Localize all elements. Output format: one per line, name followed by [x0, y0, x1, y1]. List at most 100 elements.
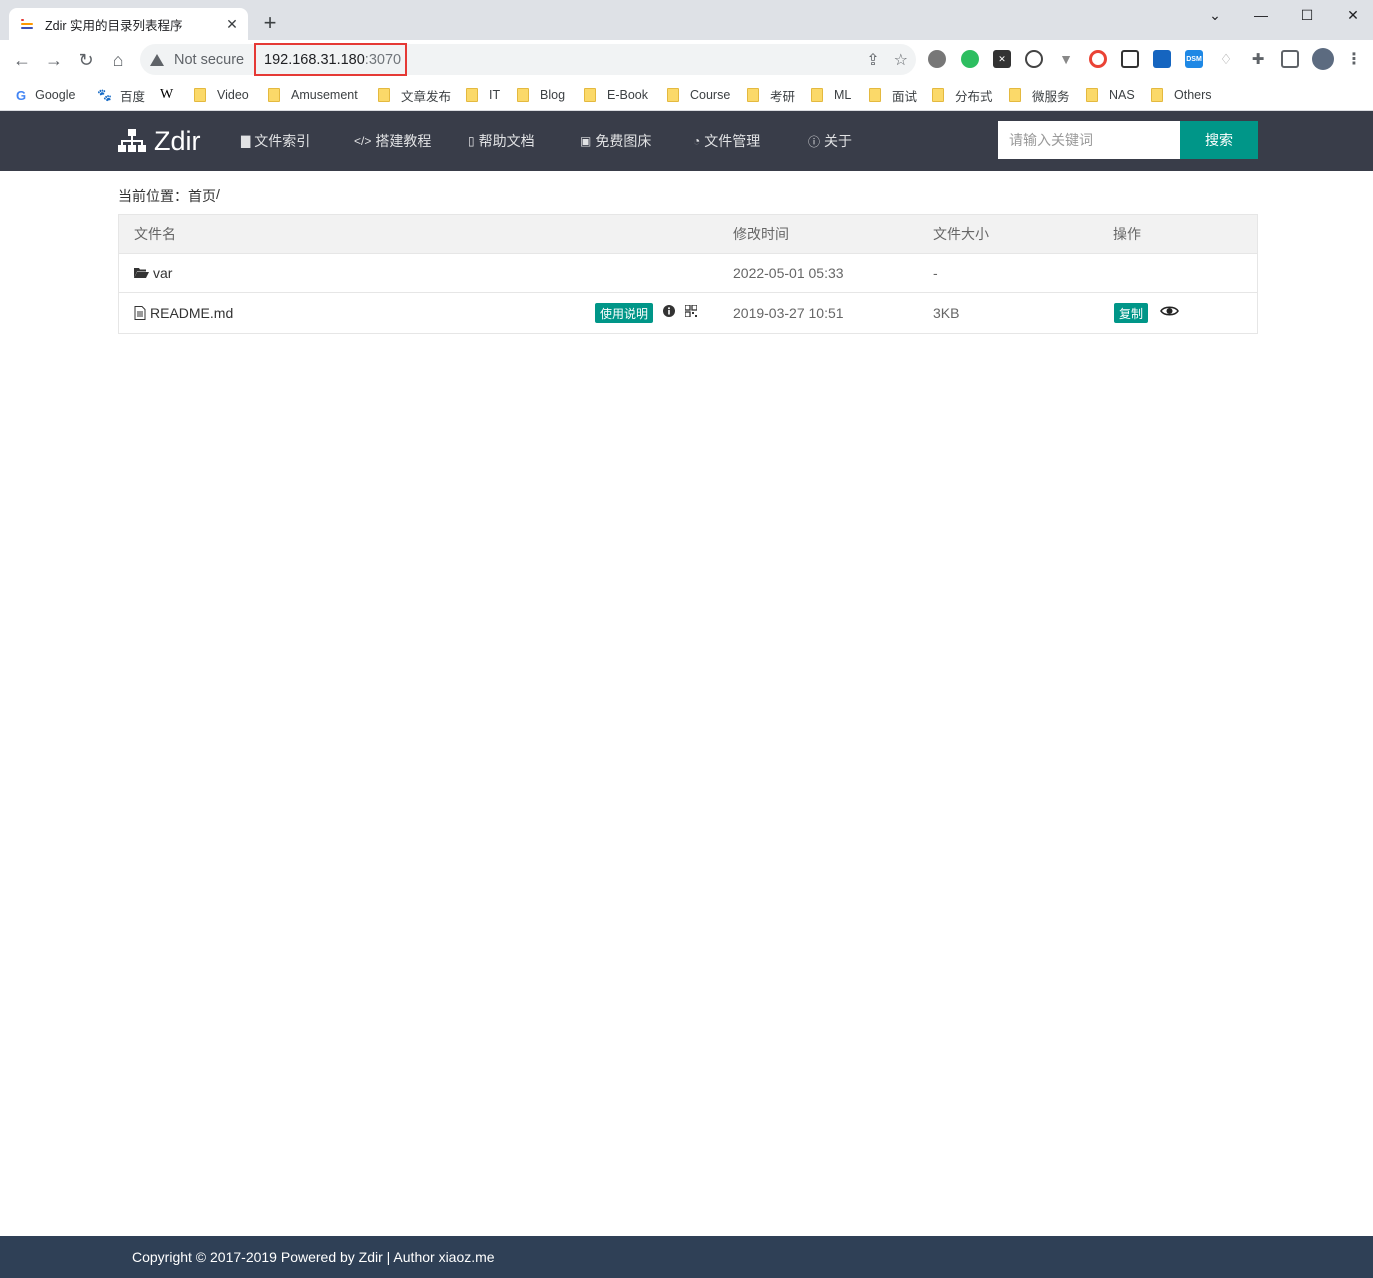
qrcode-icon[interactable] — [684, 304, 698, 318]
side-panel-icon[interactable] — [1281, 50, 1299, 68]
bookmark-item[interactable]: Amusement — [268, 85, 358, 105]
bookmark-item[interactable]: G Google — [16, 85, 75, 105]
nav-label: 免费图床 — [595, 133, 652, 149]
maximize-button[interactable]: ☐ — [1284, 0, 1330, 30]
logo-text: Zdir — [154, 125, 201, 156]
bookmark-item[interactable]: 微服务 — [1009, 85, 1070, 105]
info-icon[interactable] — [662, 304, 676, 318]
nav-label: 关于 — [824, 133, 853, 149]
bookmark-item[interactable]: W — [160, 85, 181, 105]
nav-file-manager[interactable]: ◔ 文件管理 — [693, 131, 760, 151]
search-input[interactable] — [998, 121, 1181, 159]
url-text[interactable]: 192.168.31.180:3070 — [254, 43, 407, 76]
close-tab-icon[interactable]: ✕ — [224, 16, 240, 32]
evernote-icon[interactable] — [961, 50, 979, 68]
browser-tab[interactable]: Zdir 实用的目录列表程序 ✕ — [9, 8, 248, 40]
search-button[interactable]: 搜索 — [1180, 121, 1258, 159]
table-row: var 2022-05-01 05:33 - — [119, 254, 1257, 293]
extension-chrome-icon[interactable] — [1089, 50, 1107, 68]
nav-help-docs[interactable]: ▯ 帮助文档 — [468, 131, 535, 151]
bookmark-item[interactable]: IT — [466, 85, 500, 105]
bookmark-item[interactable]: 文章发布 — [378, 85, 451, 105]
extension-x-icon[interactable]: ✕ — [993, 50, 1011, 68]
table-header: 文件名 修改时间 文件大小 操作 — [119, 215, 1257, 254]
nav-label: 搭建教程 — [375, 133, 432, 149]
bookmarks-bar: G Google 🐾 百度 W Video Amusement 文章发布 IT Blog E-Boo… — [0, 79, 1373, 111]
folder-icon — [869, 88, 881, 102]
nav-image-host[interactable]: ▣ 免费图床 — [580, 131, 651, 151]
bookmark-item[interactable]: 考研 — [747, 85, 795, 105]
extension-badge-icon[interactable]: ♢ — [1217, 50, 1235, 68]
bookmark-label: Course — [690, 88, 731, 102]
site-footer: Copyright © 2017-2019 Powered by Zdir | … — [0, 1236, 1373, 1278]
folder-link[interactable]: var — [134, 254, 172, 292]
bookmark-item[interactable]: Course — [667, 85, 730, 105]
browser-menu-icon[interactable]: ⋮ — [1345, 50, 1363, 68]
bookmark-label: Amusement — [291, 88, 358, 102]
bookmark-label: 面试 — [892, 89, 918, 104]
bookmark-item[interactable]: 🐾 百度 — [97, 85, 145, 105]
close-window-button[interactable]: ✕ — [1330, 0, 1373, 30]
nav-tutorial[interactable]: </> 搭建教程 — [354, 131, 431, 151]
folder-icon — [584, 88, 596, 102]
address-bar[interactable]: Not secure 192.168.31.180:3070 ⇪ ☆ — [140, 43, 916, 76]
bookmark-item[interactable]: Video — [194, 85, 249, 105]
share-icon[interactable]: ⇪ — [866, 50, 879, 70]
bookmark-label: Google — [35, 88, 76, 102]
extension-dsm-icon[interactable]: DSM — [1185, 50, 1203, 68]
site-logo[interactable]: Zdir — [118, 124, 201, 158]
file-link[interactable]: README.md — [134, 293, 233, 333]
folder-icon — [1009, 88, 1021, 102]
new-tab-button[interactable]: + — [258, 12, 282, 36]
tab-search-icon[interactable]: ⌄ — [1192, 0, 1238, 30]
folder-icon — [667, 88, 679, 102]
extensions-puzzle-icon[interactable]: ✚ — [1249, 50, 1267, 68]
bookmark-item[interactable]: E-Book — [584, 85, 648, 105]
minimize-button[interactable]: — — [1238, 0, 1284, 30]
bookmark-star-icon[interactable]: ☆ — [894, 50, 908, 70]
forward-icon[interactable]: → — [41, 47, 67, 73]
bookmark-item[interactable]: NAS — [1086, 85, 1135, 105]
header-actions: 操作 — [1113, 226, 1141, 242]
home-icon[interactable]: ⌂ — [105, 47, 131, 73]
breadcrumb: 当前位置： 首页 / — [118, 186, 220, 206]
table-row: README.md 使用说明 2019-03-27 10:51 3KB 复制 — [119, 293, 1257, 333]
eye-icon[interactable] — [1159, 304, 1179, 318]
extension-sync-icon[interactable] — [1025, 50, 1043, 68]
bookmark-item[interactable]: 面试 — [869, 85, 917, 105]
extension-globe-icon[interactable] — [928, 50, 946, 68]
zdir-favicon — [21, 16, 37, 32]
breadcrumb-home-link[interactable]: 首页 — [188, 186, 216, 206]
bookmark-label: Video — [217, 88, 249, 102]
doc-icon: ▯ — [468, 134, 475, 148]
reload-icon[interactable]: ↻ — [73, 47, 99, 73]
extension-book-icon[interactable] — [1153, 50, 1171, 68]
folder-icon — [811, 88, 823, 102]
header-modified: 修改时间 — [733, 226, 789, 242]
security-label: Not secure — [174, 51, 245, 68]
profile-avatar[interactable] — [1312, 48, 1334, 70]
bookmark-item[interactable]: 分布式 — [932, 85, 993, 105]
nav-file-index[interactable]: ▇ 文件索引 — [241, 131, 310, 151]
security-indicator[interactable]: Not secure — [150, 44, 244, 75]
modified-time: 2022-05-01 05:33 — [733, 265, 844, 281]
browser-titlebar: Zdir 实用的目录列表程序 ✕ + ⌄ — ☐ ✕ — [0, 0, 1373, 40]
bookmark-item[interactable]: ML — [811, 85, 851, 105]
nav-label: 文件管理 — [704, 133, 761, 149]
header-size: 文件大小 — [933, 226, 989, 242]
extension-v-icon[interactable]: ▼ — [1057, 50, 1075, 68]
bookmark-item[interactable]: Others — [1151, 85, 1212, 105]
bookmark-label: 文章发布 — [401, 89, 452, 104]
bookmark-label: IT — [489, 88, 501, 102]
bookmark-label: Others — [1174, 88, 1212, 102]
bookmark-label: Blog — [540, 88, 566, 102]
back-icon[interactable]: ← — [9, 47, 35, 73]
breadcrumb-prefix: 当前位置： — [118, 188, 188, 204]
extension-shield-icon[interactable] — [1121, 50, 1139, 68]
copy-button[interactable]: 复制 — [1114, 303, 1149, 323]
folder-icon — [466, 88, 478, 102]
bookmark-item[interactable]: Blog — [517, 85, 565, 105]
readme-badge[interactable]: 使用说明 — [595, 303, 654, 323]
nav-about[interactable]: ⓘ 关于 — [808, 131, 852, 151]
file-text-icon — [134, 306, 146, 320]
